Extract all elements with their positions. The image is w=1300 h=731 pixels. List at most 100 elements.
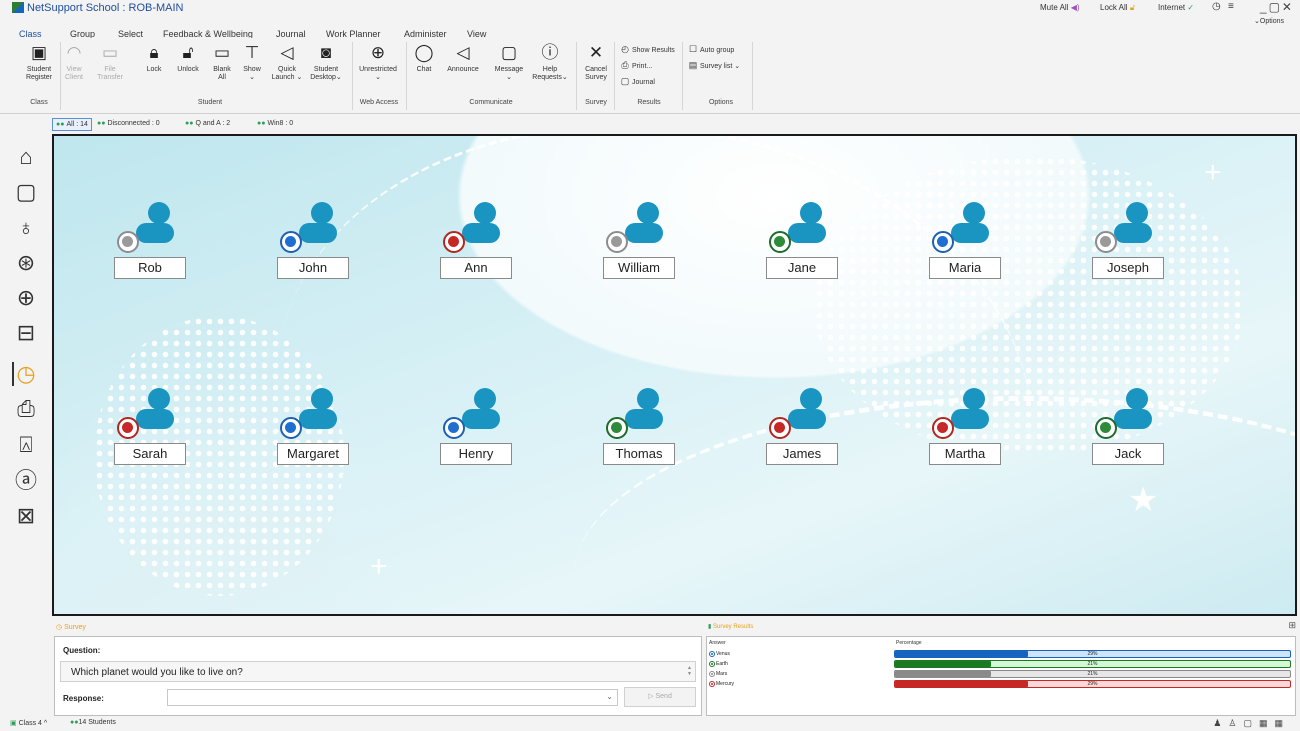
percentage-bar-track: 21% — [894, 660, 1291, 668]
printer-icon: ⎙ — [621, 60, 629, 70]
view-mode-icons[interactable]: ♟♙▢▦▦ — [1213, 718, 1290, 729]
response-dropdown[interactable]: ⌄ — [167, 689, 618, 706]
app-logo-icon — [12, 2, 24, 13]
sidebar-audio[interactable]: ♁ — [0, 212, 52, 244]
help-requests-button[interactable]: ⓘ Help Requests⌄ — [530, 44, 570, 104]
student-card[interactable]: Jack — [1092, 388, 1174, 478]
student-card[interactable]: Ann — [440, 202, 522, 292]
cancel-survey-button[interactable]: ✕ Cancel Survey — [576, 44, 616, 104]
results-box: Answer Percentage Venus 29% Earth 21% Mars 21… — [706, 636, 1296, 716]
student-card[interactable]: Jane — [766, 202, 848, 292]
status-indicator-icon — [443, 231, 465, 253]
expand-icon[interactable]: ⊞ — [1288, 620, 1296, 631]
quick-launch-button[interactable]: ◁ Quick Launch ⌄ — [267, 44, 307, 104]
sidebar-home[interactable]: ⌂ — [0, 141, 52, 173]
show-results-icon: ◴ — [621, 44, 629, 54]
sidebar-survey[interactable]: ◷ — [0, 358, 52, 390]
show-results-button[interactable]: ◴ Show Results — [620, 44, 675, 55]
student-card[interactable]: Joseph — [1092, 202, 1174, 292]
sidebar-applications[interactable]: ⊟ — [0, 317, 52, 349]
group-icon: ●● — [185, 120, 194, 127]
survey-title: ◷ Survey — [56, 624, 86, 631]
student-card[interactable]: William — [603, 202, 685, 292]
question-field[interactable]: Which planet would you like to live on? … — [60, 661, 696, 682]
lock-all-button[interactable]: Lock All 🔓︎ — [1100, 3, 1135, 13]
lock-icon: 🔓︎ — [1129, 3, 1135, 12]
survey-list-dropdown[interactable]: ▤ Survey list ⌄ — [688, 60, 740, 71]
answer-radio[interactable] — [709, 651, 715, 657]
left-sidebar: ⌂ ▢ ♁ ⊛ ⊕ ⊟ ◷ ⎙ ⍓ ⓐ ⊠ — [0, 136, 52, 546]
chat-button[interactable]: ◯ Chat — [404, 44, 444, 104]
student-desktop-button[interactable]: ◙ Student Desktop⌄ — [306, 44, 346, 104]
status-indicator-icon — [280, 231, 302, 253]
filter-all[interactable]: ●● All : 14 — [52, 118, 92, 131]
answer-radio[interactable] — [709, 671, 715, 677]
print-button[interactable]: ⎙ Print... — [620, 60, 652, 71]
student-register-button[interactable]: ▣ Student Register — [19, 44, 59, 104]
status-indicator-icon — [606, 417, 628, 439]
student-body-icon — [299, 223, 337, 243]
sidebar-screens[interactable]: ▢ — [0, 176, 52, 208]
file-transfer-button[interactable]: ▭ File Transfer — [90, 44, 130, 104]
send-button[interactable]: ▷ Send — [624, 687, 696, 707]
group-label-web-access: Web Access — [359, 99, 399, 106]
answer-column-header: Answer — [709, 640, 726, 646]
answer-radio[interactable] — [709, 681, 715, 687]
answer-radio[interactable] — [709, 661, 715, 667]
menu-icon[interactable]: ≡ — [1228, 1, 1234, 12]
group-icon: ●● — [257, 120, 266, 127]
answer-label: Venus — [716, 651, 730, 657]
student-card[interactable]: Sarah — [114, 388, 196, 478]
scroll-arrows-icon[interactable]: ▲ ▼ — [687, 665, 692, 677]
status-indicator-icon — [280, 417, 302, 439]
student-head-icon — [474, 202, 496, 224]
student-head-icon — [637, 388, 659, 410]
show-button[interactable]: ⊤ Show ⌄ — [232, 44, 272, 104]
announce-button[interactable]: ◁ Announce — [443, 44, 483, 104]
filter-q-and-a[interactable]: ●● Q and A : 2 — [182, 118, 233, 131]
sidebar-printing[interactable]: ⎙ — [0, 393, 52, 425]
window-title: NetSupport School : ROB-MAIN — [27, 2, 184, 14]
auto-group-checkbox[interactable]: ☐ Auto group — [688, 44, 734, 55]
answer-row: Mercury 29% — [707, 679, 1297, 689]
classroom-view: + + ★ Rob John Ann William Jane Maria Joseph Sa… — [52, 134, 1297, 616]
student-card[interactable]: Thomas — [603, 388, 685, 478]
clock-icon[interactable]: ◷ — [1212, 1, 1221, 12]
close-icon: ✕ — [588, 43, 604, 62]
filter-disconnected[interactable]: ●● Disconnected : 0 — [94, 118, 163, 131]
device-icon: ⍓ — [19, 432, 33, 457]
message-button[interactable]: ▢ Message ⌄ — [489, 44, 529, 104]
student-name: William — [603, 257, 675, 279]
filter-win8[interactable]: ●● Win8 : 0 — [254, 118, 296, 131]
status-indicator-icon — [769, 417, 791, 439]
student-card[interactable]: Margaret — [277, 388, 359, 478]
student-card[interactable]: James — [766, 388, 848, 478]
sidebar-web[interactable]: ⊕ — [0, 282, 52, 314]
sidebar-settings[interactable]: ⊛ — [0, 247, 52, 279]
student-name: Henry — [440, 443, 512, 465]
sidebar-devices[interactable]: ⍓ — [0, 429, 52, 461]
class-indicator[interactable]: ▣ Class 4 ^ — [10, 719, 47, 727]
status-bar: ▣ Class 4 ^ ●●14 Students ♟♙▢▦▦ — [0, 718, 1300, 731]
journal-button[interactable]: ▢ Journal — [620, 76, 655, 87]
star-icon: ★ — [1128, 481, 1159, 519]
sidebar-gallery[interactable]: ⊠ — [0, 500, 52, 532]
checkbox-icon: ☐ — [688, 44, 698, 54]
student-name: Martha — [929, 443, 1001, 465]
view-client-button[interactable]: ◠ View Client — [54, 44, 94, 104]
window-controls[interactable]: _▢✕ — [1260, 0, 1294, 14]
student-card[interactable]: John — [277, 202, 359, 292]
sidebar-messages[interactable]: ⓐ — [0, 465, 52, 497]
student-card[interactable]: Henry — [440, 388, 522, 478]
student-body-icon — [136, 409, 174, 429]
results-title: ▮ Survey Results — [708, 624, 754, 630]
percentage-value: 21% — [1087, 661, 1098, 667]
student-card[interactable]: Martha — [929, 388, 1011, 478]
student-card[interactable]: Rob — [114, 202, 196, 292]
mute-all-button[interactable]: Mute All ◀) — [1040, 3, 1080, 12]
status-indicator-icon — [932, 417, 954, 439]
student-card[interactable]: Maria — [929, 202, 1011, 292]
unrestricted-button[interactable]: ⊕ Unrestricted ⌄ — [356, 44, 400, 104]
internet-button[interactable]: Internet ✓ — [1158, 3, 1194, 12]
student-name: John — [277, 257, 349, 279]
